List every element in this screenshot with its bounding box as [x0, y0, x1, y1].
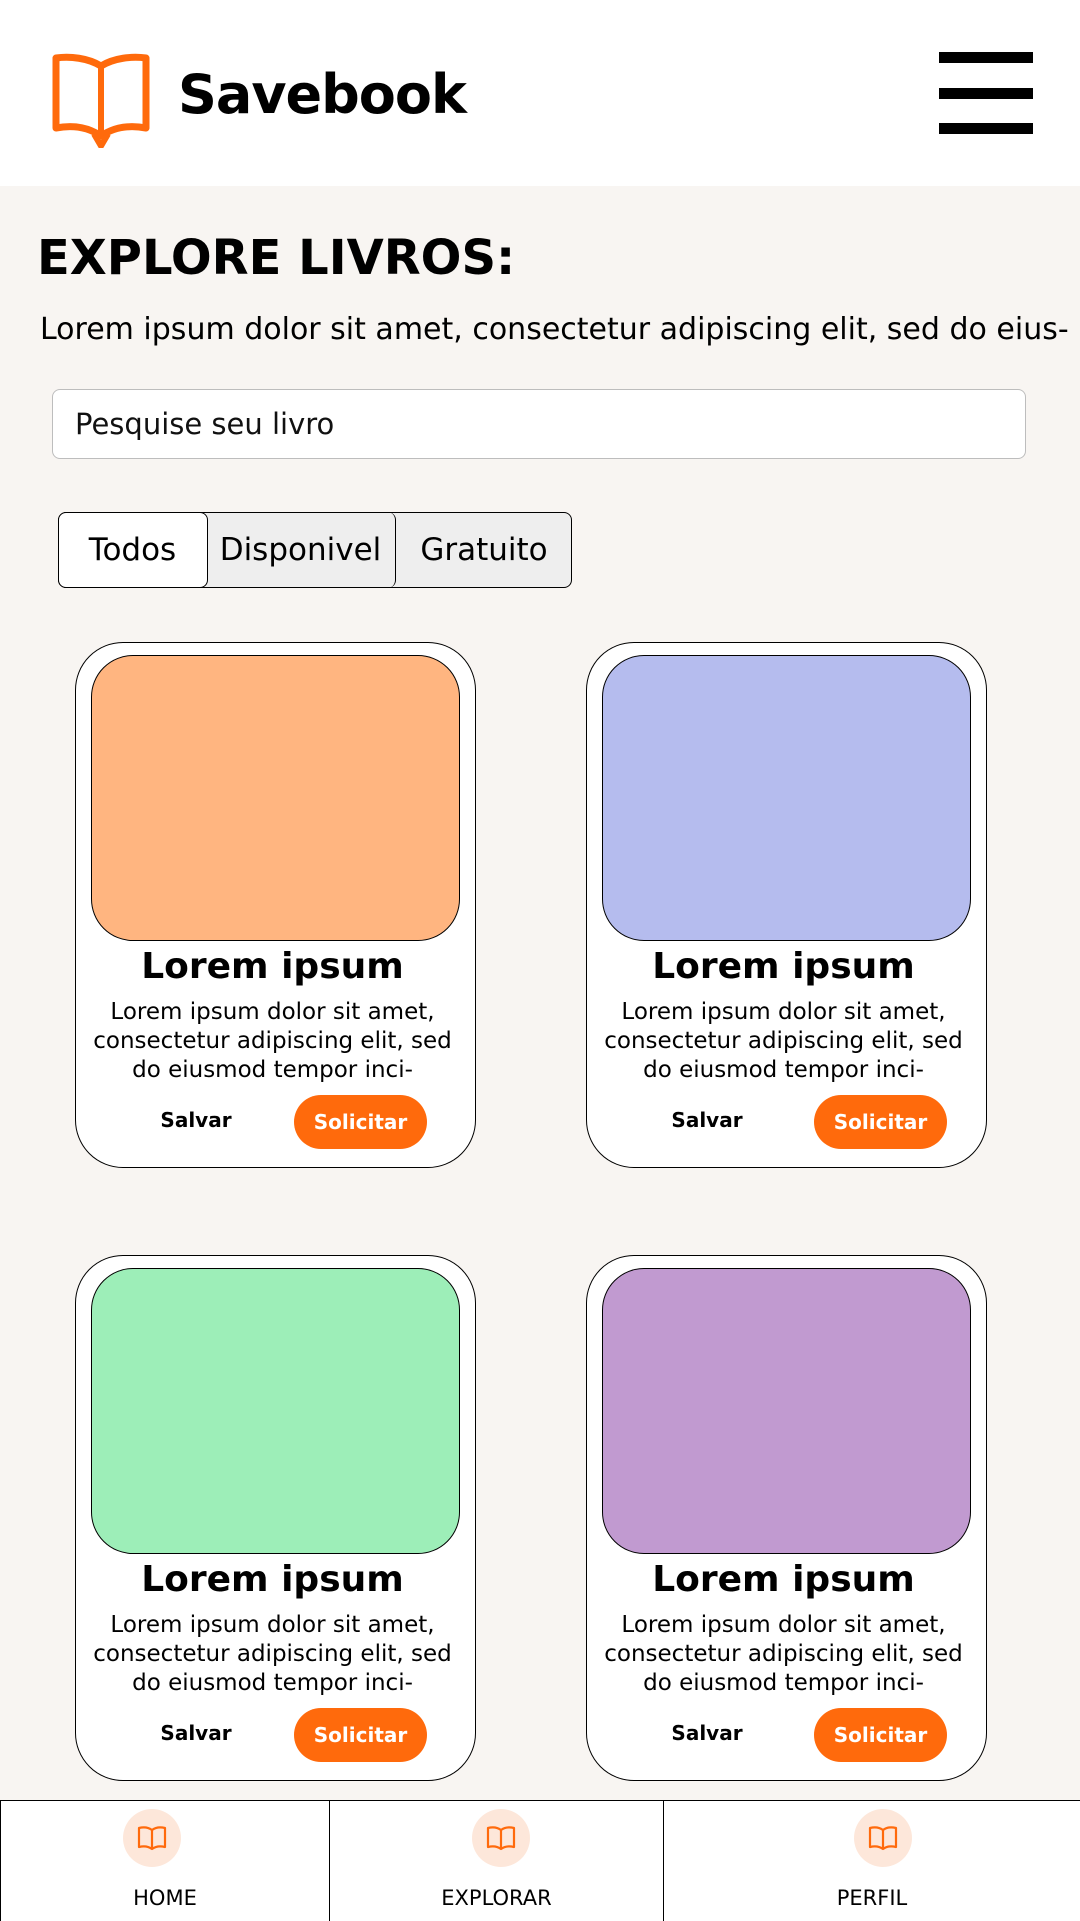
book-card[interactable]: Lorem ipsum Lorem ipsum dolor sit amet, … [75, 1255, 476, 1781]
hamburger-menu-icon[interactable] [939, 52, 1033, 134]
book-description: Lorem ipsum dolor sit amet, consectetur … [604, 1612, 963, 1696]
save-button[interactable]: Salvar [136, 1095, 256, 1145]
book-title: Lorem ipsum [141, 946, 404, 987]
book-card[interactable]: Lorem ipsum Lorem ipsum dolor sit amet, … [75, 642, 476, 1168]
book-icon [123, 1809, 181, 1867]
brand-name: Savebook [178, 63, 467, 126]
filter-gratuito[interactable]: Gratuito [397, 512, 571, 588]
nav-home[interactable]: HOME [0, 1801, 330, 1921]
filter-disponivel[interactable]: Disponivel [206, 511, 396, 588]
book-card[interactable]: Lorem ipsum Lorem ipsum dolor sit amet, … [586, 1255, 987, 1781]
open-book-icon [52, 53, 150, 148]
book-description: Lorem ipsum dolor sit amet, consectetur … [604, 999, 963, 1083]
nav-explorar[interactable]: EXPLORAR [330, 1801, 664, 1921]
page-description: Lorem ipsum dolor sit amet, consectetur … [40, 312, 1069, 347]
request-button[interactable]: Solicitar [294, 1708, 427, 1762]
page-title: EXPLORE LIVROS: [37, 230, 516, 286]
nav-explorar-label: EXPLORAR [441, 1886, 552, 1910]
book-description: Lorem ipsum dolor sit amet, consectetur … [93, 1612, 452, 1696]
book-cover [602, 655, 971, 941]
book-description: Lorem ipsum dolor sit amet, consectetur … [93, 999, 452, 1083]
book-cover [91, 655, 460, 941]
book-icon [854, 1809, 912, 1867]
save-button[interactable]: Salvar [136, 1708, 256, 1758]
filter-todos[interactable]: Todos [57, 511, 208, 588]
request-button[interactable]: Solicitar [814, 1708, 947, 1762]
bottom-navigation: HOME EXPLORAR PERFIL [0, 1800, 1080, 1921]
request-button[interactable]: Solicitar [294, 1095, 427, 1149]
save-button[interactable]: Salvar [647, 1708, 767, 1758]
book-title: Lorem ipsum [652, 946, 915, 987]
app-header: Savebook [0, 0, 1080, 186]
nav-home-label: HOME [133, 1886, 197, 1910]
search-input[interactable] [52, 389, 1026, 459]
book-cover [91, 1268, 460, 1554]
book-icon [472, 1809, 530, 1867]
save-button[interactable]: Salvar [647, 1095, 767, 1145]
nav-perfil[interactable]: PERFIL [664, 1801, 1080, 1921]
book-title: Lorem ipsum [141, 1559, 404, 1600]
book-cover [602, 1268, 971, 1554]
filter-segmented-control: Todos Disponivel Gratuito [57, 511, 572, 588]
book-title: Lorem ipsum [652, 1559, 915, 1600]
book-card[interactable]: Lorem ipsum Lorem ipsum dolor sit amet, … [586, 642, 987, 1168]
request-button[interactable]: Solicitar [814, 1095, 947, 1149]
nav-perfil-label: PERFIL [836, 1886, 908, 1910]
